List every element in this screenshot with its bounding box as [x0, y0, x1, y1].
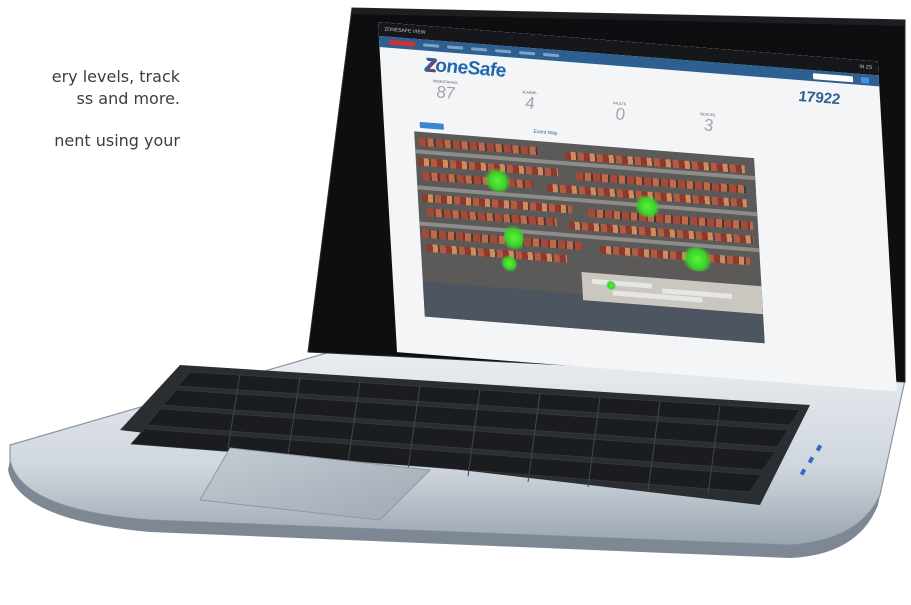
stat-value: 4 [524, 93, 536, 114]
total-count: 17922 [798, 87, 841, 109]
event-heat-map[interactable] [414, 131, 765, 344]
nav-item[interactable] [495, 49, 512, 54]
app-screen: ZONESAFE VIEW IN ZS ZoneSafe 17922 PEDES… [378, 22, 897, 392]
stat-card: ALARMS 4 [499, 88, 560, 114]
stat-card: PEDESTRIANS 87 [415, 78, 476, 104]
heat-spot[interactable] [502, 222, 525, 254]
heat-spot[interactable] [605, 279, 617, 291]
map-view-button[interactable] [419, 121, 444, 130]
nav-item[interactable] [542, 52, 560, 58]
stat-value: 0 [614, 104, 626, 125]
nav-item[interactable] [447, 45, 464, 50]
stat-card: DEVICES 3 [678, 110, 739, 136]
nav-logo[interactable] [388, 39, 416, 47]
event-map-title: Event Map [533, 128, 558, 137]
search-input[interactable] [812, 72, 854, 82]
heat-spot[interactable] [679, 245, 715, 273]
container-row [422, 171, 533, 189]
nav-item[interactable] [423, 43, 440, 48]
search-icon[interactable] [860, 76, 870, 84]
window-status: IN ZS [859, 63, 873, 71]
stat-card: FAULTS 0 [589, 99, 650, 125]
nav-item[interactable] [471, 47, 488, 52]
dashboard: ZoneSafe 17922 PEDESTRIANS 87 ALARMS 4 F… [379, 47, 896, 391]
laptop-mockup: ZONESAFE VIEW IN ZS ZoneSafe 17922 PEDES… [0, 0, 911, 605]
stat-value: 3 [703, 115, 714, 136]
nav-item[interactable] [518, 51, 536, 56]
stat-value: 87 [435, 82, 456, 103]
